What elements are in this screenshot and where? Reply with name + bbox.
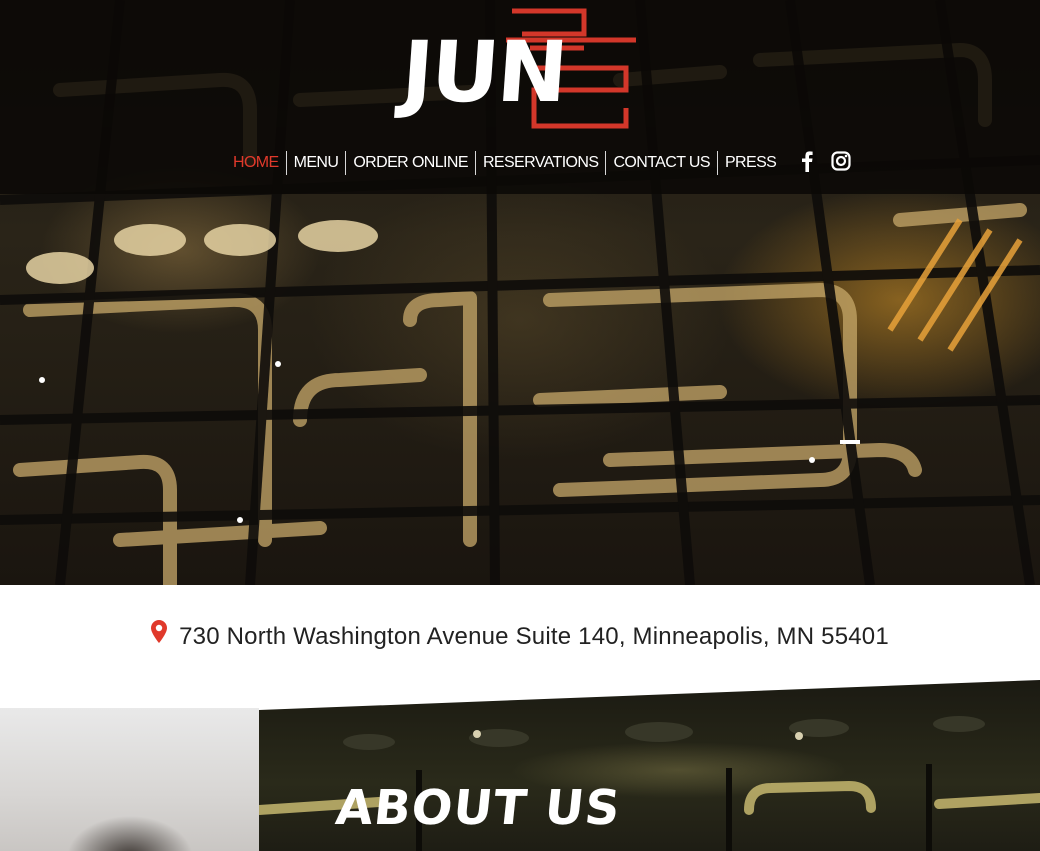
hero-image: JUN HOME MENU ORDER ONLINE RESERVATIONS … (0, 0, 1040, 585)
nav-item-order-online[interactable]: ORDER ONLINE (345, 151, 475, 175)
logo[interactable]: JUN (398, 8, 640, 136)
site-header: JUN HOME MENU ORDER ONLINE RESERVATIONS … (0, 0, 1040, 194)
nav-item-press[interactable]: PRESS (716, 151, 783, 175)
social-links (801, 150, 869, 177)
about-heading: ABOUT US (333, 780, 624, 836)
main-nav: HOME MENU ORDER ONLINE RESERVATIONS CONT… (226, 150, 869, 176)
map-pin-icon (151, 619, 168, 649)
nav-item-contact-us[interactable]: CONTACT US (605, 151, 717, 175)
address-text[interactable]: 730 North Washington Avenue Suite 140, M… (179, 623, 889, 651)
about-section: ABOUT US (0, 680, 1040, 851)
logo-text: JUN (398, 23, 570, 121)
address-bar: 730 North Washington Avenue Suite 140, M… (0, 585, 1040, 695)
nav-item-home[interactable]: HOME (226, 151, 286, 175)
nav-item-reservations[interactable]: RESERVATIONS (474, 151, 606, 175)
facebook-icon[interactable] (801, 150, 813, 177)
instagram-icon[interactable] (831, 150, 851, 176)
nav-item-menu[interactable]: MENU (285, 151, 346, 175)
chef-photo (0, 708, 259, 851)
